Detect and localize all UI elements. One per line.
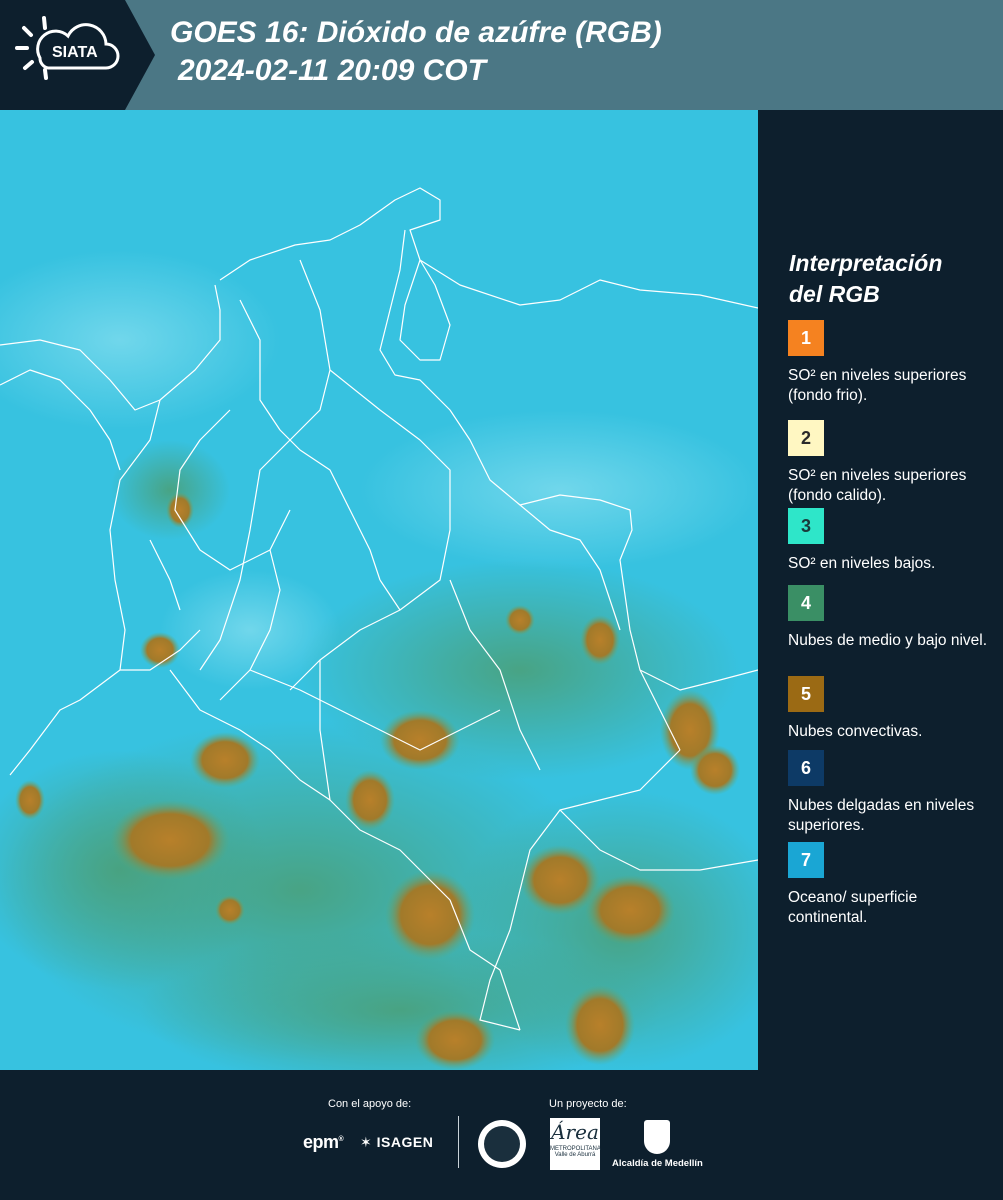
legend-item-4: 4 Nubes de medio y bajo nivel. — [788, 585, 998, 651]
title-line-1: GOES 16: Dióxido de azúfre (RGB) — [170, 16, 662, 49]
legend-swatch-7: 7 — [788, 842, 824, 878]
legend-item-3: 3 SO² en niveles bajos. — [788, 508, 998, 574]
area-logo-word: Área — [551, 1120, 599, 1144]
legend-title: Interpretación del RGB — [789, 248, 942, 310]
page-title: GOES 16: Dióxido de azúfre (RGB) 2024-02… — [170, 14, 662, 90]
legend-title-line-2: del RGB — [789, 281, 880, 307]
support-label: Con el apoyo de: — [328, 1098, 412, 1110]
legend-swatch-2: 2 — [788, 420, 824, 456]
legend-item-1: 1 SO² en niveles superiores (fondo frio). — [788, 320, 998, 406]
legend-swatch-1: 1 — [788, 320, 824, 356]
project-label: Un proyecto de: — [549, 1098, 627, 1110]
rgb-legend: Interpretación del RGB 1 SO² en niveles s… — [760, 110, 1003, 1070]
siata-logo: SIATA — [0, 0, 155, 110]
legend-text-1: SO² en niveles superiores (fondo frio). — [788, 367, 967, 404]
legend-swatch-6: 6 — [788, 750, 824, 786]
legend-swatch-4: 4 — [788, 585, 824, 621]
map-canvas — [0, 110, 758, 1070]
legend-title-line-1: Interpretación — [789, 250, 943, 276]
header-band: SIATA GOES 16: Dióxido de azúfre (RGB) 2… — [0, 0, 1003, 110]
legend-swatch-3: 3 — [788, 508, 824, 544]
area-logo-valle: Valle de Aburrá — [554, 1152, 596, 1158]
legend-text-3: SO² en niveles bajos. — [788, 555, 936, 572]
legend-item-2: 2 SO² en niveles superiores (fondo calido… — [788, 420, 998, 506]
legend-text-2: SO² en niveles superiores (fondo calido)… — [788, 467, 967, 504]
legend-item-7: 7 Oceano/ superficie continental. — [788, 842, 998, 928]
satellite-map — [0, 110, 758, 1070]
alcaldia-shield-icon — [644, 1120, 670, 1154]
epm-logo-text: epm — [303, 1132, 339, 1152]
isagen-logo: ✶ ISAGEN — [360, 1134, 434, 1150]
isagen-logo-text: ISAGEN — [376, 1134, 434, 1150]
footer-divider — [458, 1116, 459, 1168]
area-metropolitana-logo: Área METROPOLITANA Valle de Aburrá — [550, 1118, 601, 1170]
legend-text-7: Oceano/ superficie continental. — [788, 889, 918, 926]
epm-logo: epm® — [303, 1132, 344, 1152]
alcaldia-logo-text: Alcaldía de Medellín — [612, 1158, 703, 1169]
title-line-2: 2024-02-11 20:09 COT — [178, 54, 486, 87]
legend-text-6: Nubes delgadas en niveles superiores. — [788, 797, 975, 834]
siata-brand-text: SIATA — [52, 44, 98, 61]
legend-text-5: Nubes convectivas. — [788, 723, 923, 740]
legend-text-4: Nubes de medio y bajo nivel. — [788, 632, 988, 649]
medellin-seal-logo — [478, 1120, 526, 1168]
legend-item-5: 5 Nubes convectivas. — [788, 676, 998, 742]
legend-item-6: 6 Nubes delgadas en niveles superiores. — [788, 750, 998, 836]
legend-swatch-5: 5 — [788, 676, 824, 712]
footer: Con el apoyo de: Un proyecto de: epm® ✶ … — [0, 1070, 1003, 1200]
